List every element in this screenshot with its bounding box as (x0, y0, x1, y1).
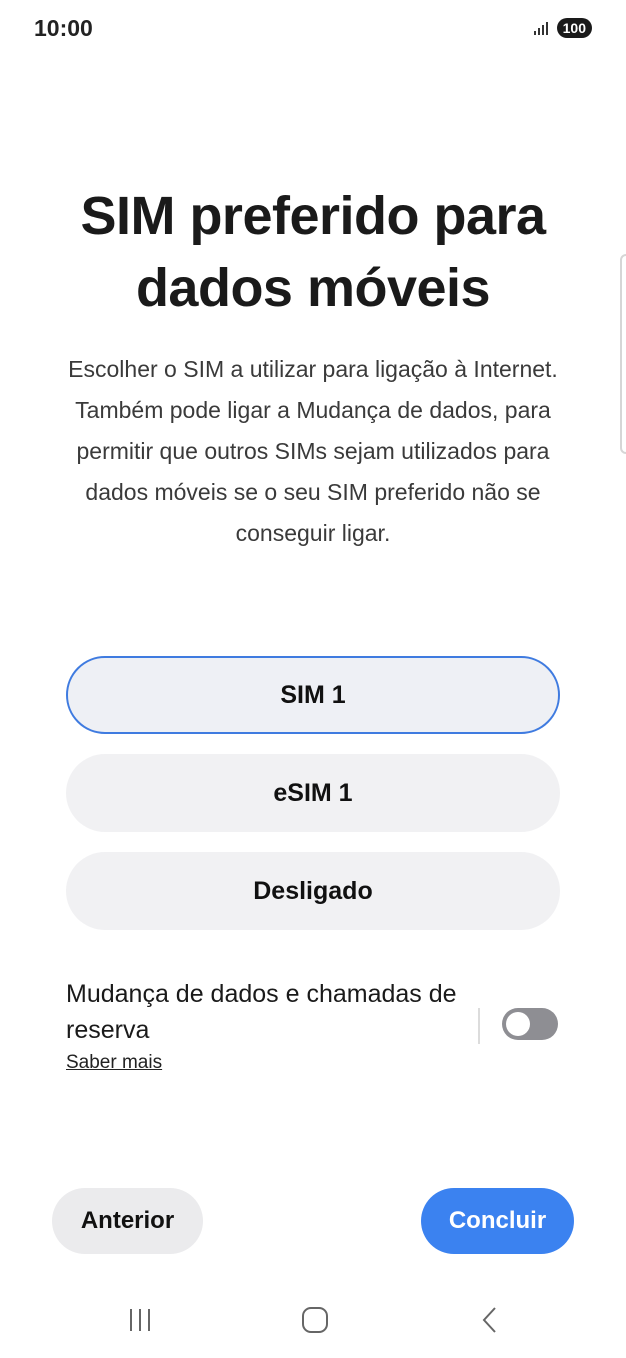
data-switch-label: Mudança de dados e chamadas de reserva (66, 980, 457, 1044)
option-label: eSIM 1 (273, 778, 353, 807)
back-icon (482, 1307, 496, 1333)
done-button[interactable]: Concluir (421, 1188, 574, 1254)
learn-more-link[interactable]: Saber mais (66, 1052, 162, 1074)
previous-button[interactable]: Anterior (52, 1188, 203, 1254)
navigation-bar (0, 1290, 626, 1350)
option-label: SIM 1 (280, 680, 346, 709)
toggle-knob (506, 1012, 530, 1036)
status-bar: 10:00 100 (0, 0, 626, 58)
screen: 10:00 100 SIM preferido para dados móvei… (0, 0, 626, 1358)
divider (478, 1008, 480, 1044)
data-switch-toggle[interactable] (502, 1008, 558, 1040)
page-title: SIM preferido para dados móveis (80, 186, 546, 318)
option-esim-1[interactable]: eSIM 1 (66, 754, 560, 832)
scroll-indicator[interactable] (620, 254, 626, 454)
back-button[interactable] (460, 1298, 520, 1342)
battery-badge: 100 (556, 18, 592, 38)
option-label: Desligado (253, 876, 373, 905)
data-switch-row[interactable]: Mudança de dados e chamadas de reserva S… (66, 976, 560, 1086)
signal-icon (533, 22, 548, 35)
description-text: Escolher o SIM a utilizar para ligação à… (68, 356, 558, 546)
home-icon (302, 1307, 328, 1333)
recents-icon (130, 1309, 150, 1331)
recents-button[interactable] (110, 1298, 170, 1342)
option-sim-1[interactable]: SIM 1 (66, 656, 560, 734)
status-icons: 100 (533, 18, 592, 38)
home-button[interactable] (285, 1298, 345, 1342)
status-time: 10:00 (34, 15, 93, 41)
option-off[interactable]: Desligado (66, 852, 560, 930)
